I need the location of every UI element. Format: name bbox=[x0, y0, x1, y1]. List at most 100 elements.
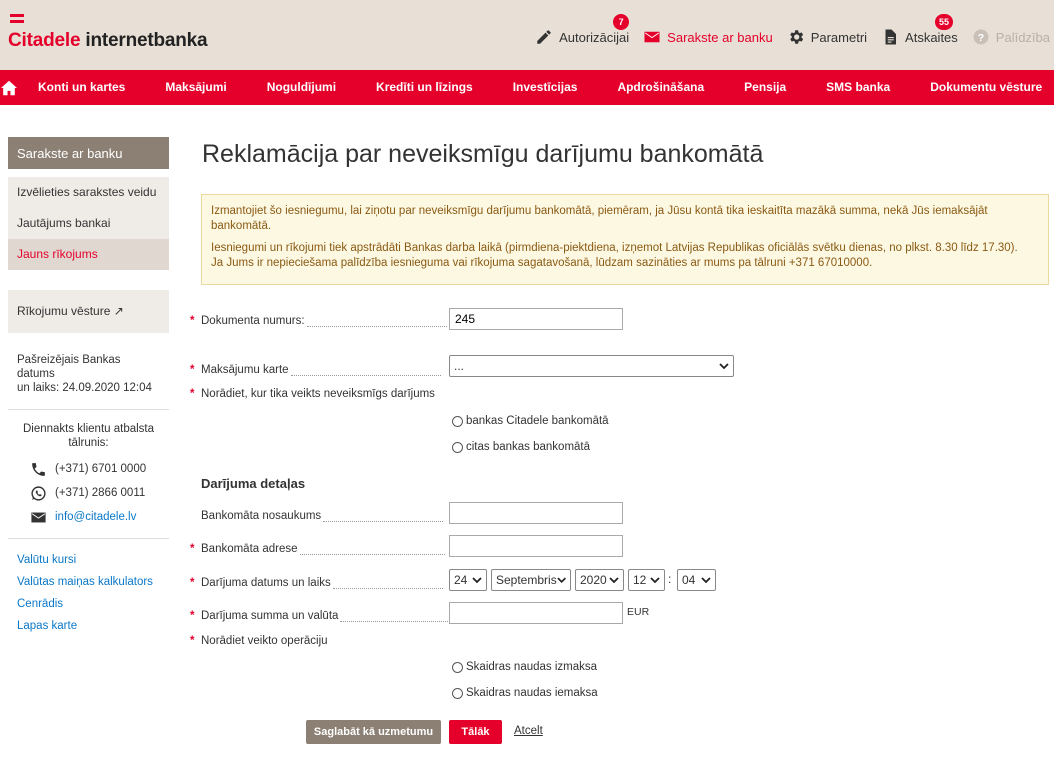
whatsapp-icon bbox=[31, 485, 46, 501]
phone-number[interactable]: (+371) 6701 0000 bbox=[55, 463, 146, 475]
page-title: Reklamācija par neveiksmīgu darījumu ban… bbox=[202, 140, 764, 168]
logo-brand: Citadele bbox=[8, 30, 81, 51]
chevron-down-icon bbox=[650, 577, 660, 584]
divider bbox=[8, 409, 169, 410]
authorization-button[interactable]: Autorizācijai 7 bbox=[535, 14, 630, 46]
nav-deposits[interactable]: Noguldījumi bbox=[247, 70, 356, 105]
radio-citadele-atm[interactable]: bankas Citadele bankomātā bbox=[452, 415, 609, 427]
cancel-link[interactable]: Atcelt bbox=[514, 725, 543, 737]
chevron-down-icon bbox=[557, 577, 566, 584]
save-draft-button[interactable]: Saglabāt kā uzmetumu bbox=[306, 720, 441, 744]
doc-number-input[interactable] bbox=[449, 308, 623, 330]
datetime-label: * Darījuma datums un laiks bbox=[190, 577, 443, 589]
next-button[interactable]: Tālāk bbox=[449, 720, 502, 744]
top-actions: Autorizācijai 7 Sarakste ar banku Parame… bbox=[535, 14, 1050, 46]
svg-text:?: ? bbox=[978, 32, 984, 44]
help-icon: ? bbox=[973, 29, 989, 45]
radio-circle bbox=[452, 415, 463, 427]
details-title: Darījuma detaļas bbox=[201, 476, 306, 491]
nav-accounts[interactable]: Konti un kartes bbox=[18, 70, 145, 105]
sidebar-item-new-order[interactable]: Jauns rīkojums bbox=[8, 239, 169, 270]
amount-input[interactable] bbox=[449, 602, 623, 624]
link-sitemap[interactable]: Lapas karte bbox=[17, 615, 169, 637]
messages-button[interactable]: Sarakste ar banku bbox=[643, 28, 773, 46]
info-notice: Izmantojiet šo iesniegumu, lai ziņotu pa… bbox=[201, 194, 1049, 285]
settings-button[interactable]: Parametri bbox=[787, 28, 867, 46]
help-label: Palīdzība bbox=[995, 29, 1050, 45]
whatsapp-number[interactable]: (+371) 2866 0011 bbox=[55, 487, 145, 499]
home-icon bbox=[1, 80, 17, 95]
chevron-down-icon bbox=[609, 577, 619, 584]
hour-select[interactable]: 12 bbox=[628, 569, 665, 591]
card-select[interactable]: ... bbox=[449, 355, 734, 377]
sidebar-menu: Izvēlieties sarakstes veidu Jautājums ba… bbox=[8, 177, 169, 270]
radio-cash-withdrawal[interactable]: Skaidras naudas izmaksa bbox=[452, 661, 597, 673]
chevron-down-icon bbox=[719, 363, 729, 370]
messages-label: Sarakste ar banku bbox=[667, 29, 773, 45]
contact-whatsapp: (+371) 2866 0011 bbox=[8, 485, 169, 501]
atm-name-input[interactable] bbox=[449, 502, 623, 524]
settings-label: Parametri bbox=[810, 29, 868, 45]
nav-sms-bank[interactable]: SMS banka bbox=[806, 70, 910, 105]
sidebar-item-question[interactable]: Jautājums bankai bbox=[8, 208, 169, 239]
currency-label: EUR bbox=[627, 606, 650, 618]
nav-payments[interactable]: Maksājumi bbox=[145, 70, 246, 105]
notice-text-2: Iesniegumi un rīkojumi tiek apstrādāti B… bbox=[211, 242, 1018, 269]
month-select[interactable]: Septembris bbox=[491, 569, 571, 591]
link-exchange-rates[interactable]: Valūtu kursi bbox=[17, 549, 169, 571]
radio-circle bbox=[452, 687, 463, 699]
contact-phone: (+371) 6701 0000 bbox=[8, 462, 169, 476]
doc-number-label: * Dokumenta numurs: bbox=[190, 315, 447, 327]
reports-badge: 55 bbox=[935, 14, 954, 30]
nav-document-history[interactable]: Dokumentu vēsture bbox=[910, 70, 1054, 105]
link-currency-calculator[interactable]: Valūtas maiņas kalkulators bbox=[17, 571, 169, 593]
authorization-label: Autorizācijai bbox=[559, 29, 630, 45]
atm-address-label: * Bankomāta adrese bbox=[190, 543, 445, 555]
nav-investments[interactable]: Investīcijas bbox=[493, 70, 598, 105]
envelope-icon bbox=[644, 31, 660, 43]
radio-other-atm[interactable]: citas bankas bankomātā bbox=[452, 441, 590, 453]
radio-circle bbox=[452, 661, 463, 673]
reports-button[interactable]: Atskaites 55 bbox=[881, 14, 958, 46]
nav-pension[interactable]: Pensija bbox=[724, 70, 806, 105]
document-icon bbox=[885, 29, 897, 45]
sidebar-heading: Sarakste ar banku bbox=[8, 137, 169, 169]
operation-label: * Norādiet veikto operāciju bbox=[190, 635, 328, 647]
minute-select[interactable]: 04 bbox=[677, 569, 716, 591]
radio-cash-deposit[interactable]: Skaidras naudas iemaksa bbox=[452, 687, 598, 699]
divider bbox=[8, 538, 169, 539]
link-price-list[interactable]: Cenrādis bbox=[17, 593, 169, 615]
nav-loans[interactable]: Kredīti un līzings bbox=[356, 70, 493, 105]
header: Citadele internetbanka Autorizācijai 7 S… bbox=[0, 0, 1054, 70]
authorization-badge: 7 bbox=[613, 14, 630, 30]
logo-mark bbox=[10, 14, 24, 26]
sidebar-links: Valūtu kursi Valūtas maiņas kalkulators … bbox=[8, 549, 169, 637]
bank-datetime: Pašreizējais Bankas datums un laiks: 24.… bbox=[17, 354, 152, 394]
card-label: * Maksājumu karte bbox=[190, 364, 441, 376]
phone-icon bbox=[32, 462, 45, 476]
year-select[interactable]: 2020 bbox=[575, 569, 624, 591]
amount-label: * Darījuma summa un valūta bbox=[190, 610, 453, 622]
chevron-down-icon bbox=[472, 577, 482, 584]
sidebar: Sarakste ar banku Izvēlieties sarakstes … bbox=[8, 137, 169, 637]
atm-address-input[interactable] bbox=[449, 535, 623, 557]
home-button[interactable] bbox=[0, 70, 18, 105]
pencil-icon bbox=[537, 30, 551, 44]
notice-text-1: Izmantojiet šo iesniegumu, lai ziņotu pa… bbox=[211, 205, 988, 232]
email-link[interactable]: info@citadele.lv bbox=[55, 511, 136, 523]
envelope-icon bbox=[31, 512, 46, 522]
atm-name-label: Bankomāta nosaukums bbox=[190, 510, 444, 522]
help-button[interactable]: ? Palīdzība bbox=[972, 28, 1050, 46]
main-nav: Konti un kartes Maksājumi Noguldījumi Kr… bbox=[0, 70, 1054, 105]
support-title: Diennakts klientu atbalsta tālrunis: bbox=[22, 423, 155, 449]
logo-product: internetbanka bbox=[80, 30, 208, 51]
day-select[interactable]: 24 bbox=[449, 569, 487, 591]
time-separator: : bbox=[668, 572, 672, 586]
where-label: * Norādiet, kur tika veikts neveiksmīgs d… bbox=[190, 388, 435, 400]
reports-label: Atskaites bbox=[905, 29, 958, 45]
nav-insurance[interactable]: Apdrošināšana bbox=[597, 70, 724, 105]
sidebar-item-choose-type[interactable]: Izvēlieties sarakstes veidu bbox=[8, 177, 169, 208]
radio-circle bbox=[452, 441, 463, 453]
sidebar-order-history[interactable]: Rīkojumu vēsture ↗ bbox=[8, 290, 169, 333]
chevron-down-icon bbox=[701, 577, 711, 584]
